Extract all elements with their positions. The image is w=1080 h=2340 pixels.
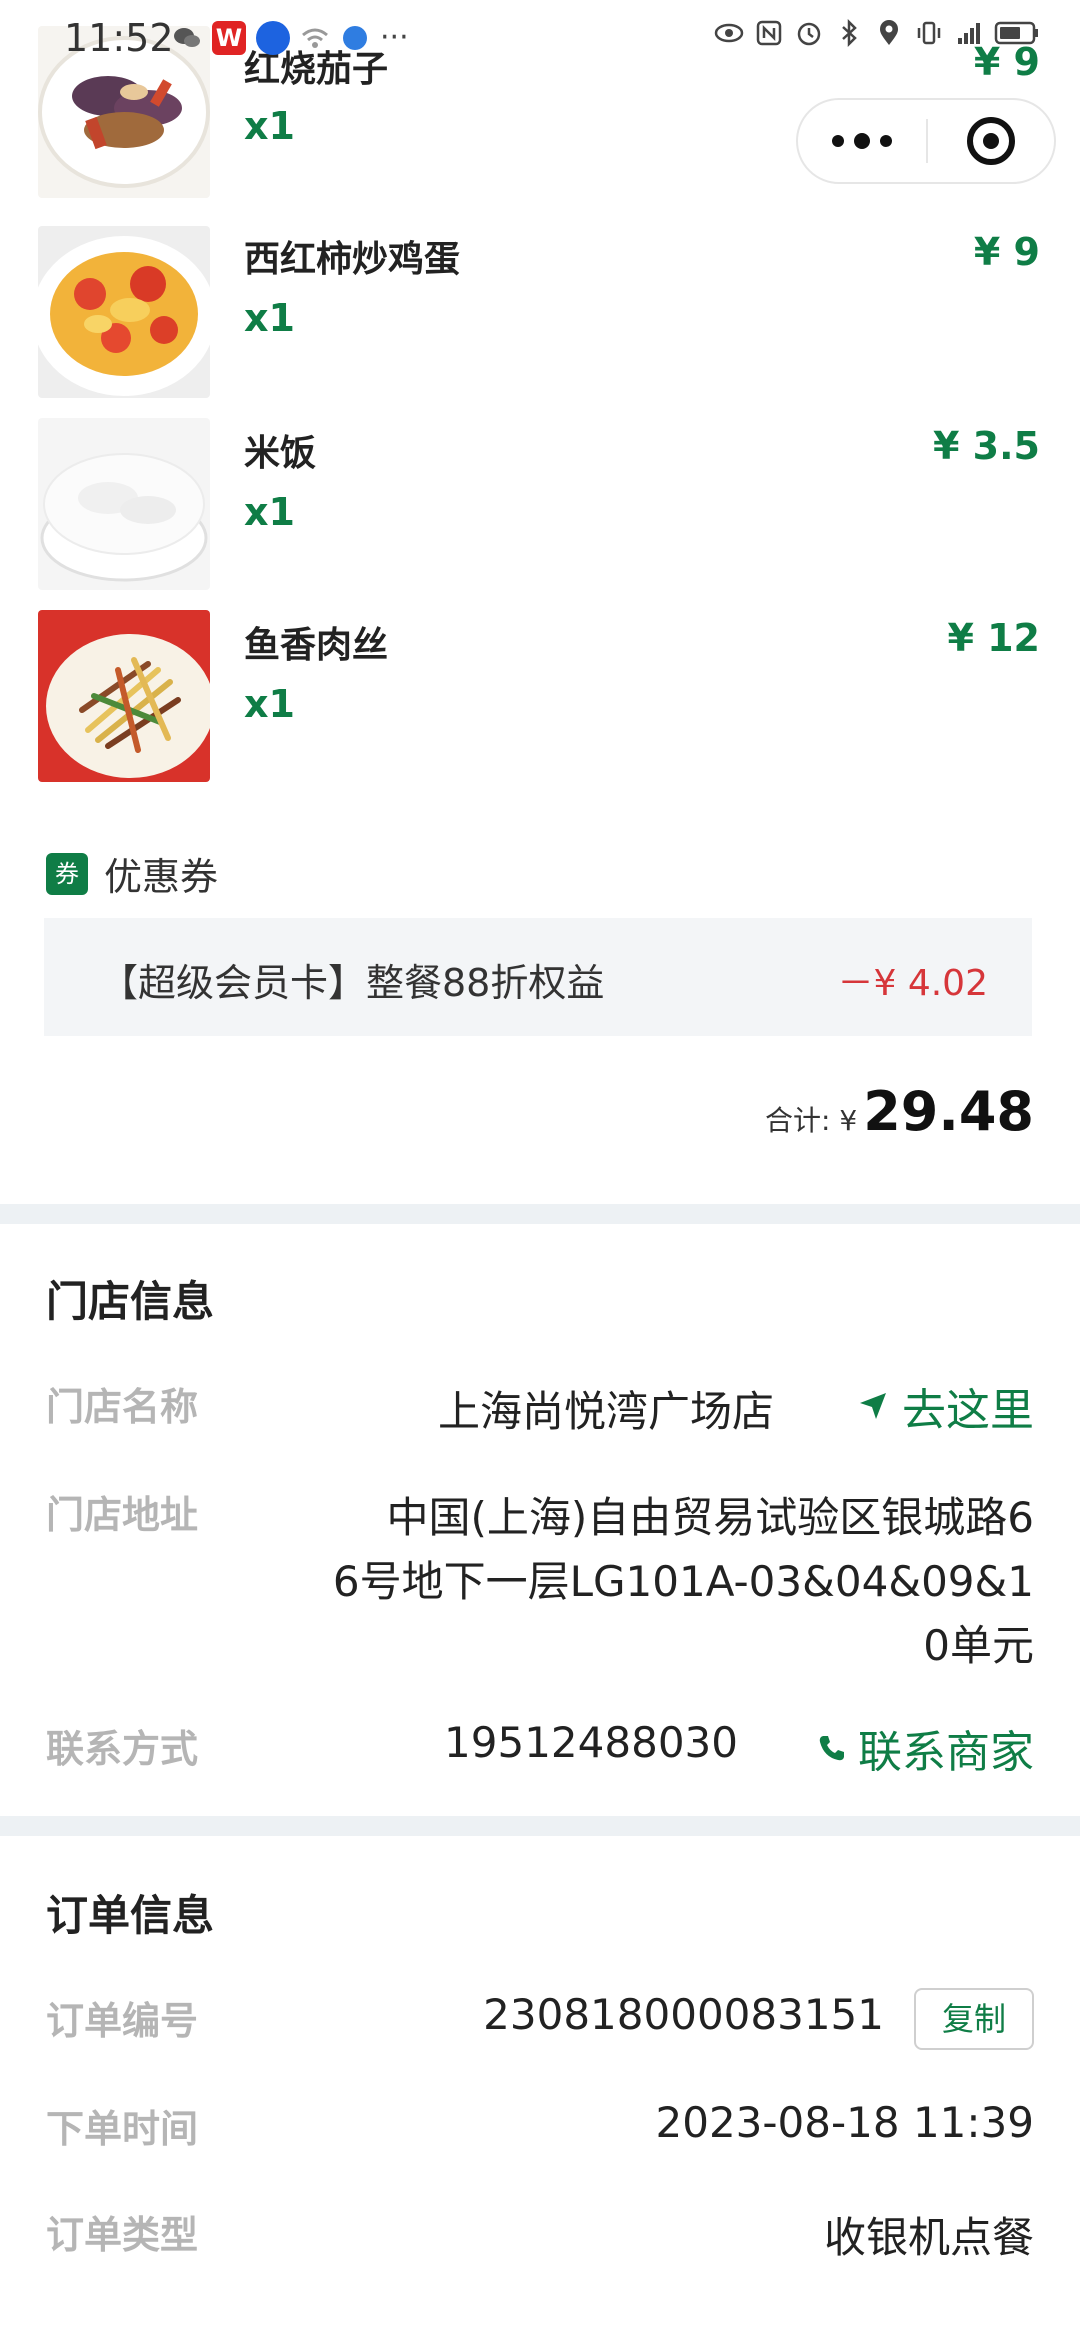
order-item: 米饭 x1 ¥ 3.5 (0, 418, 1080, 594)
call-merchant-button[interactable]: 联系商家 (816, 1716, 1034, 1780)
store-address-label: 门店地址 (46, 1493, 199, 1537)
order-info-title: 订单信息 (46, 1891, 215, 1940)
more-notifications-icon: ··· (380, 20, 409, 55)
item-image-tomato-egg (38, 226, 210, 398)
coupon-amount: －¥ 4.02 (837, 963, 988, 1004)
location-icon (880, 20, 898, 45)
status-system-icons (714, 18, 1040, 48)
order-time-label: 下单时间 (46, 2107, 199, 2151)
total-value: 29.48 (863, 1080, 1034, 1143)
target-close-icon[interactable] (928, 98, 1054, 184)
phone-icon (819, 1736, 844, 1761)
address-line: 6号地下一层LG101A-03&04&09&1 (332, 1557, 1034, 1606)
section-divider (0, 1204, 1080, 1224)
status-notification-icons: W ··· (172, 20, 409, 55)
order-time-value: 2023-08-18 11:39 (655, 2098, 1034, 2147)
alarm-icon (797, 22, 821, 46)
bulb-icon (256, 20, 290, 55)
item-price: ¥ 3.5 (933, 424, 1040, 468)
coupon-name: 【超级会员卡】整餐88折权益 (100, 961, 605, 1005)
address-line: 中国(上海)自由贸易试验区银城路6 (386, 1493, 1035, 1542)
status-bar: 11:52 W ··· (0, 0, 1080, 80)
copy-button[interactable]: 复制 (914, 1988, 1034, 2050)
order-type-label: 订单类型 (46, 2213, 199, 2257)
miniprogram-capsule (796, 98, 1056, 184)
item-quantity: x1 (244, 490, 295, 534)
wifi-off-icon (302, 28, 328, 48)
order-number-label: 订单编号 (46, 1999, 199, 2043)
item-quantity: x1 (244, 682, 295, 726)
store-contact-value: 19512488030 (444, 1718, 738, 1767)
order-item: 西红柿炒鸡蛋 x1 ¥ 9 (0, 224, 1080, 400)
section-divider (0, 1816, 1080, 1836)
coupon-label: 优惠券 (104, 855, 219, 899)
navigation-arrow-icon (860, 1393, 886, 1419)
coupon-row: 【超级会员卡】整餐88折权益 －¥ 4.02 (44, 918, 1032, 1036)
bluetooth-icon (842, 18, 857, 48)
order-item: 鱼香肉丝 x1 ¥ 12 (0, 610, 1080, 786)
navigate-label: 去这里 (902, 1385, 1034, 1436)
item-quantity: x1 (244, 296, 295, 340)
coupon-section-header: 券 优惠券 (46, 846, 218, 901)
order-type-value: 收银机点餐 (823, 2213, 1034, 2262)
navigate-button[interactable]: 去这里 (856, 1374, 1034, 1438)
store-contact-label: 联系方式 (46, 1727, 199, 1771)
wps-icon: W (212, 20, 246, 55)
wechat-icon (174, 27, 200, 47)
item-price: ¥ 9 (973, 230, 1040, 274)
battery-icon (994, 21, 1038, 45)
store-address-value: 中国(上海)自由贸易试验区银城路6 6号地下一层LG101A-03&04&09&… (333, 1486, 1034, 1678)
total-label: 合计: ¥ (765, 1104, 858, 1137)
order-number-value: 230818000083151 (483, 1990, 884, 2039)
item-name: 鱼香肉丝 (244, 625, 389, 666)
nfc-icon (756, 20, 782, 46)
item-name: 西红柿炒鸡蛋 (244, 239, 461, 280)
more-dots-icon[interactable] (798, 98, 926, 184)
browser-icon (343, 25, 367, 50)
address-line: 0单元 (923, 1621, 1034, 1670)
status-time: 11:52 (64, 16, 174, 60)
call-merchant-label: 联系商家 (858, 1727, 1034, 1778)
store-name-value: 上海尚悦湾广场店 (437, 1387, 774, 1436)
order-total: 合计: ¥ 29.48 (765, 1080, 1034, 1143)
item-image-rice (38, 418, 210, 590)
vibrate-icon (917, 21, 941, 45)
item-quantity: x1 (244, 104, 295, 148)
coupon-tag-icon: 券 (46, 852, 88, 895)
item-image-shredded-pork (38, 610, 210, 782)
store-info-title: 门店信息 (46, 1277, 215, 1326)
item-price: ¥ 12 (947, 616, 1040, 660)
signal-icon (958, 23, 980, 44)
item-name: 米饭 (244, 433, 317, 474)
eye-icon (714, 23, 744, 43)
store-name-label: 门店名称 (46, 1385, 199, 1429)
